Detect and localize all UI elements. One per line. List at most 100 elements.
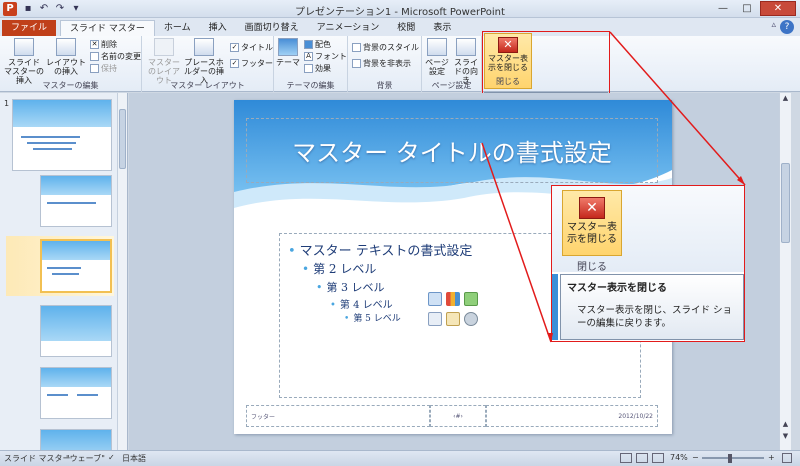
zoom-in-icon[interactable]: + — [768, 453, 775, 462]
tab-home[interactable]: ホーム — [155, 20, 200, 36]
main-vertical-scrollbar[interactable]: ▲ ▲ ▼ — [779, 93, 791, 450]
thumbnail-layout-3[interactable] — [40, 305, 112, 357]
colors-button[interactable]: 配色 — [304, 39, 331, 50]
prev-slide-icon[interactable]: ▲ — [780, 419, 791, 429]
effects-icon — [304, 64, 313, 73]
insert-media-icon[interactable] — [464, 312, 478, 326]
title-checkbox[interactable]: ✓ タイトル — [230, 42, 273, 53]
preserve-button[interactable]: 保持 — [90, 63, 117, 74]
text-level-3: • 第 3 レベル — [316, 281, 385, 294]
tab-review[interactable]: 校閲 — [388, 20, 424, 36]
page-number-placeholder[interactable]: ‹#› — [430, 405, 486, 427]
ribbon-minimize-icon[interactable]: ▵ — [771, 20, 776, 30]
thumbnail-layout-1[interactable] — [40, 175, 112, 227]
theme-label: テーマ — [276, 58, 300, 67]
rename-button[interactable]: 名前の変更 — [90, 51, 141, 62]
effects-button[interactable]: 効果 — [304, 63, 331, 74]
window-title: プレゼンテーション1 - Microsoft PowerPoint — [295, 7, 505, 18]
footer-checkbox[interactable]: ✓ フッター — [230, 58, 273, 69]
master-layout-button[interactable]: マスターのレイアウト — [146, 38, 182, 85]
normal-view-icon[interactable] — [620, 453, 632, 463]
zoomed-group-label: 閉じる — [577, 262, 607, 273]
insert-clipart-icon[interactable] — [446, 312, 460, 326]
footer-placeholder[interactable]: フッター — [246, 405, 430, 427]
thumbnail-layout-5[interactable] — [40, 429, 112, 450]
slide-sorter-icon[interactable] — [636, 453, 648, 463]
placeholder-icon — [194, 38, 214, 56]
zoom-slider-thumb[interactable] — [728, 454, 732, 463]
delete-button[interactable]: ✕ 削除 — [90, 39, 117, 50]
next-slide-icon[interactable]: ▼ — [780, 431, 791, 441]
slide-title: マスター タイトルの書式設定 — [292, 139, 612, 167]
tab-transitions[interactable]: 画面切り替え — [236, 20, 308, 36]
theme-button[interactable]: テーマ — [276, 38, 300, 67]
scrollbar-thumb[interactable] — [119, 109, 126, 169]
zoom-slider[interactable] — [702, 457, 764, 459]
delete-label: 削除 — [101, 40, 117, 49]
checkbox-checked-icon: ✓ — [230, 59, 239, 68]
title-checkbox-label: タイトル — [241, 43, 273, 52]
slide-master-icon — [14, 38, 34, 56]
fit-to-window-icon[interactable] — [782, 453, 792, 463]
insert-table-icon[interactable] — [428, 292, 442, 306]
tab-animations[interactable]: アニメーション — [308, 20, 389, 36]
hide-background-checkbox[interactable]: 背景を非表示 — [352, 58, 411, 69]
group-label-edit-theme: テーマの編集 — [286, 81, 335, 90]
background-styles-button[interactable]: 背景のスタイル — [352, 42, 419, 53]
scroll-up-icon[interactable]: ▲ — [780, 93, 791, 103]
zoomed-slide-strip — [552, 274, 558, 340]
title-bar: P ▪ ↶ ↷ ▾ プレゼンテーション1 - Microsoft PowerPo… — [0, 0, 800, 18]
insert-slide-master-button[interactable]: スライド マスターの挿入 — [4, 38, 44, 85]
insert-smartart-icon[interactable] — [464, 292, 478, 306]
close-master-view-button[interactable]: ✕ マスター表示を閉じる 閉じる — [484, 33, 532, 89]
zoom-level[interactable]: 74% — [670, 453, 688, 462]
preserve-icon — [90, 64, 99, 73]
date-placeholder[interactable]: 2012/10/22 — [486, 405, 658, 427]
tab-file[interactable]: ファイル — [2, 20, 57, 36]
text-level-5: • 第 5 レベル — [344, 314, 401, 324]
zoomed-tooltip-description: マスター表示を閉じ、スライド ショーの編集に戻ります。 — [577, 305, 733, 329]
text-level-2: • 第 2 レベル — [302, 262, 377, 276]
group-master-edit: スライド マスターの挿入 レイアウトの挿入 ✕ 削除 名前の変更 保持 マスター… — [0, 36, 142, 92]
help-icon[interactable]: ? — [780, 20, 794, 34]
thumbnail-number: 1 — [4, 99, 10, 108]
slide-thumbnail-pane: 1 — [0, 93, 128, 450]
page-setup-button[interactable]: ページ設定 — [424, 38, 450, 76]
insert-chart-icon[interactable] — [446, 292, 460, 306]
insert-picture-icon[interactable] — [428, 312, 442, 326]
fonts-button[interactable]: A フォント — [304, 51, 347, 62]
slide-orientation-icon — [456, 38, 476, 56]
minimize-button[interactable]: — — [712, 1, 734, 16]
status-bar: スライド マスター "ウェーブ" ✓ 日本語 74% − + — [0, 450, 800, 466]
tab-view[interactable]: 表示 — [424, 20, 460, 36]
status-language[interactable]: 日本語 — [122, 453, 146, 464]
zoomed-close-master-label: マスター表示を閉じる — [567, 222, 617, 245]
background-styles-label: 背景のスタイル — [363, 43, 419, 52]
text-level-1: • マスター テキストの書式設定 — [288, 244, 473, 259]
ribbon: スライド マスターの挿入 レイアウトの挿入 ✕ 削除 名前の変更 保持 マスター… — [0, 36, 800, 92]
group-page-setup: ページ設定 スライドの向き ページ設定 — [422, 36, 482, 92]
scrollbar-thumb[interactable] — [781, 163, 790, 243]
rename-icon — [90, 52, 99, 61]
title-placeholder[interactable]: マスター タイトルの書式設定 — [246, 118, 658, 183]
status-view-name: スライド マスター — [4, 454, 71, 463]
thumbnail-scrollbar[interactable] — [117, 93, 127, 450]
thumbnail-layout-4[interactable] — [40, 367, 112, 419]
effects-label: 効果 — [315, 64, 331, 73]
content-placeholder-icons — [428, 292, 492, 338]
maximize-button[interactable]: □ — [736, 1, 758, 16]
spellcheck-icon[interactable]: ✓ — [108, 453, 115, 462]
zoom-out-icon[interactable]: − — [692, 453, 699, 462]
slideshow-icon[interactable] — [652, 453, 664, 463]
group-label-close: 閉じる — [496, 77, 520, 86]
slide-orientation-button[interactable]: スライドの向き — [452, 38, 480, 85]
thumbnail-slide-master[interactable] — [12, 99, 112, 171]
zoomed-callout: ✕ マスター表示を閉じる 閉じる マスター表示を閉じる マスター表示を閉じ、スラ… — [551, 185, 745, 342]
ribbon-tabs: ファイル スライド マスター ホーム 挿入 画面切り替え アニメーション 校閲 … — [0, 18, 800, 36]
insert-placeholder-button[interactable]: プレースホルダーの挿入 — [182, 38, 226, 85]
tab-slide-master[interactable]: スライド マスター — [60, 20, 155, 36]
tab-insert[interactable]: 挿入 — [200, 20, 236, 36]
insert-layout-button[interactable]: レイアウトの挿入 — [46, 38, 86, 76]
close-window-button[interactable]: ✕ — [760, 1, 796, 16]
thumbnail-layout-2[interactable] — [40, 239, 112, 293]
